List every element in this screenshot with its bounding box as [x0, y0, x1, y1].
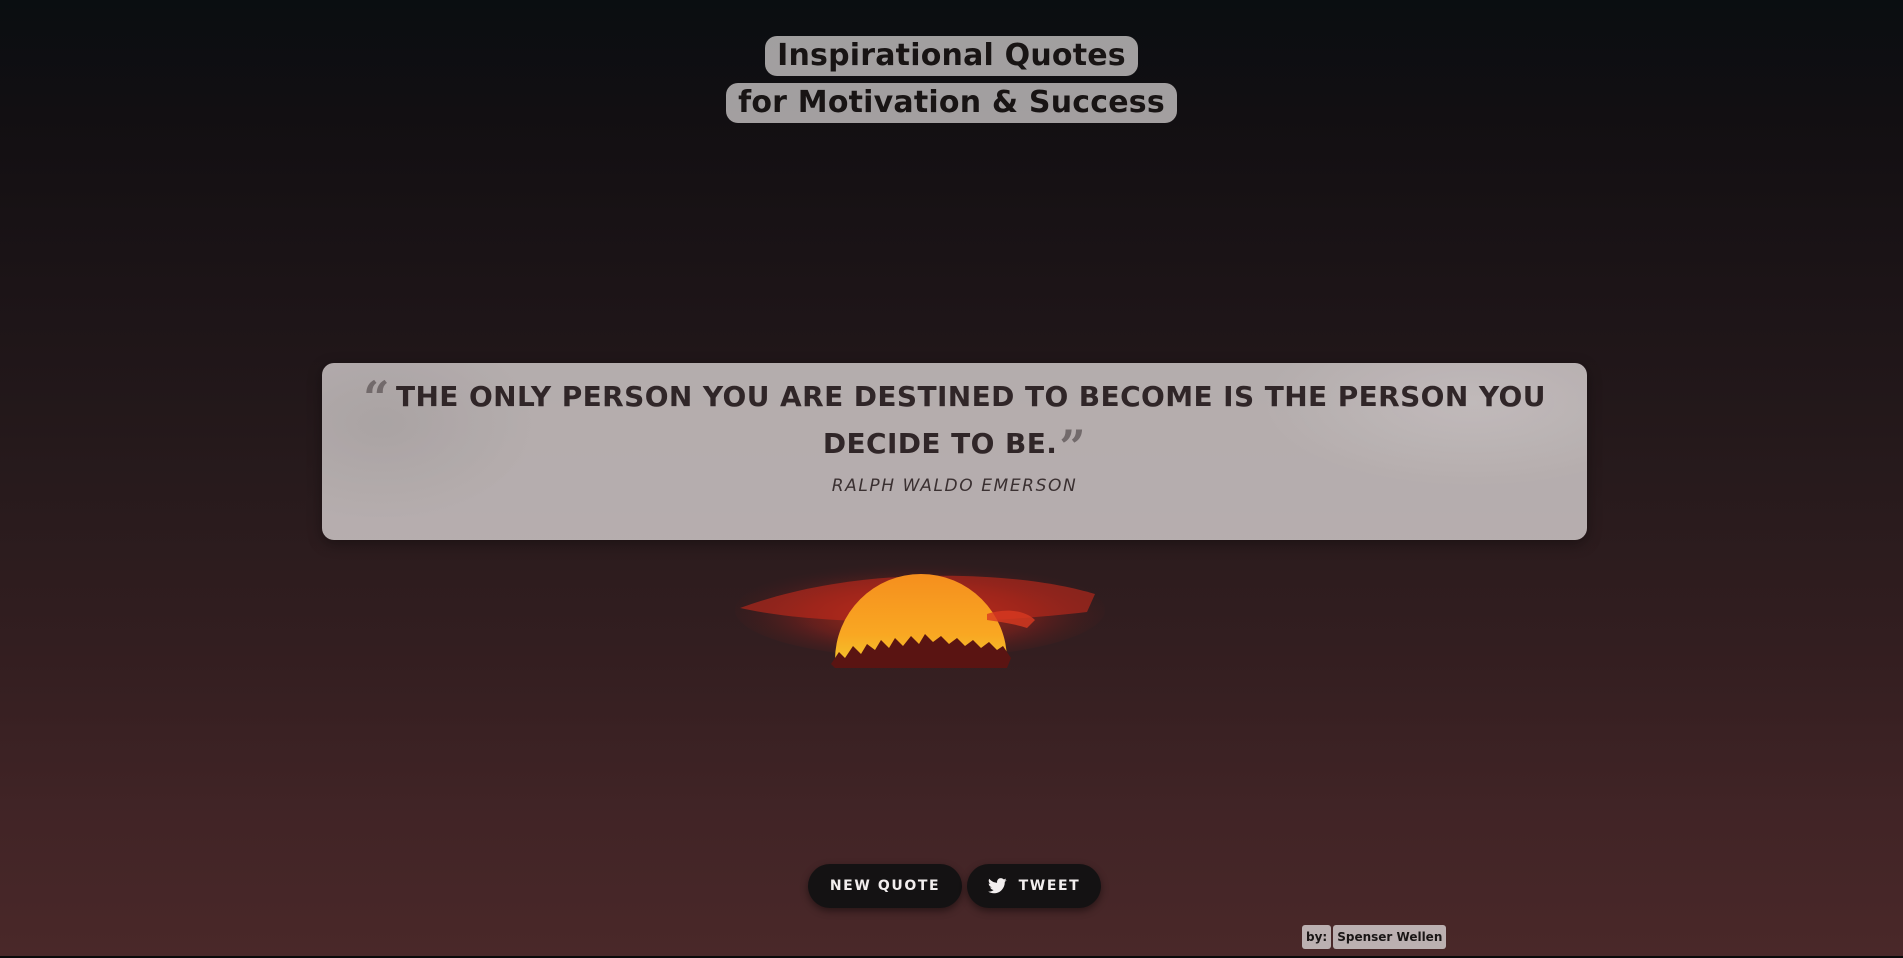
- quote-text-block: “THE ONLY PERSON YOU ARE DESTINED TO BEC…: [352, 371, 1557, 470]
- quote-text: THE ONLY PERSON YOU ARE DESTINED TO BECO…: [395, 380, 1546, 460]
- close-quote-icon: ”: [1059, 420, 1087, 474]
- open-quote-icon: “: [363, 371, 390, 425]
- title-line-1: Inspirational Quotes: [765, 36, 1138, 76]
- page: Inspirational Quotes for Motivation & Su…: [0, 0, 1903, 958]
- quote-card: “THE ONLY PERSON YOU ARE DESTINED TO BEC…: [322, 363, 1587, 540]
- new-quote-button[interactable]: NEW QUOTE: [808, 864, 962, 908]
- tweet-button[interactable]: TWEET: [967, 864, 1101, 908]
- credit-prefix: by:: [1302, 925, 1332, 949]
- title-line-2: for Motivation & Success: [726, 83, 1177, 123]
- action-buttons: NEW QUOTE TWEET: [808, 864, 1101, 908]
- new-quote-label: NEW QUOTE: [829, 878, 941, 894]
- twitter-icon: [987, 878, 1007, 894]
- sunset-image: [735, 548, 1105, 683]
- tweet-label: TWEET: [1018, 878, 1081, 894]
- page-title: Inspirational Quotes for Motivation & Su…: [0, 36, 1903, 123]
- quote-author: RALPH WALDO EMERSON: [831, 476, 1078, 496]
- credit-name-link[interactable]: Spenser Wellen: [1333, 925, 1447, 949]
- author-credit: by: Spenser Wellen: [1302, 925, 1447, 949]
